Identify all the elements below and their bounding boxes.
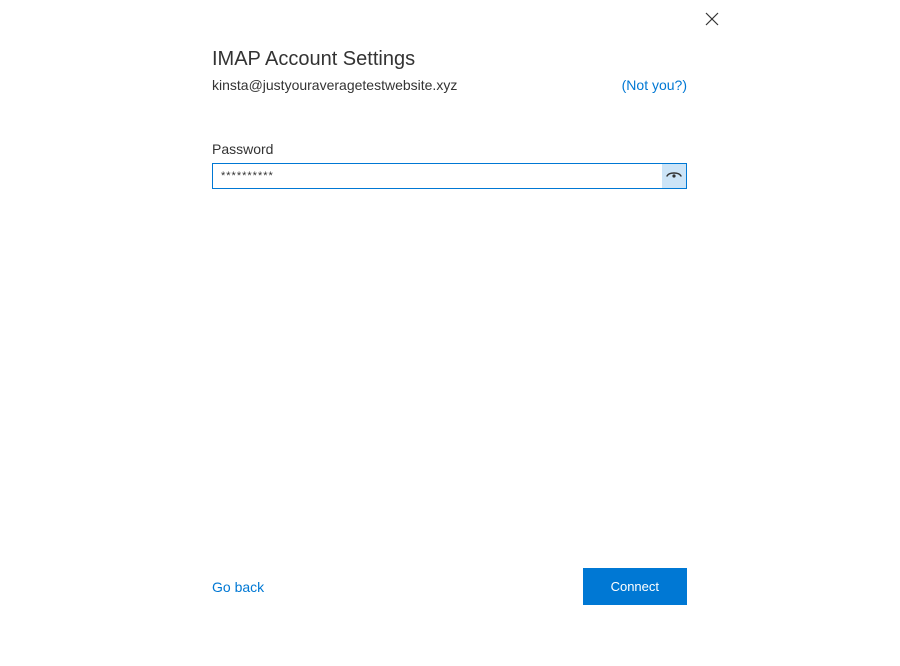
action-row: Go back Connect bbox=[212, 568, 687, 605]
password-label: Password bbox=[212, 141, 687, 157]
dialog-content: IMAP Account Settings kinsta@justyourave… bbox=[212, 48, 687, 189]
account-row: kinsta@justyouraveragetestwebsite.xyz (N… bbox=[212, 77, 687, 93]
close-button[interactable] bbox=[702, 10, 722, 30]
eye-icon bbox=[666, 169, 682, 184]
password-field bbox=[212, 163, 687, 189]
page-title: IMAP Account Settings bbox=[212, 48, 687, 71]
account-email: kinsta@justyouraveragetestwebsite.xyz bbox=[212, 77, 457, 93]
close-icon bbox=[705, 12, 719, 29]
reveal-password-button[interactable] bbox=[662, 164, 686, 188]
password-input[interactable] bbox=[212, 163, 687, 189]
not-you-link[interactable]: (Not you?) bbox=[622, 77, 687, 93]
connect-button[interactable]: Connect bbox=[583, 568, 687, 605]
go-back-link[interactable]: Go back bbox=[212, 579, 264, 595]
